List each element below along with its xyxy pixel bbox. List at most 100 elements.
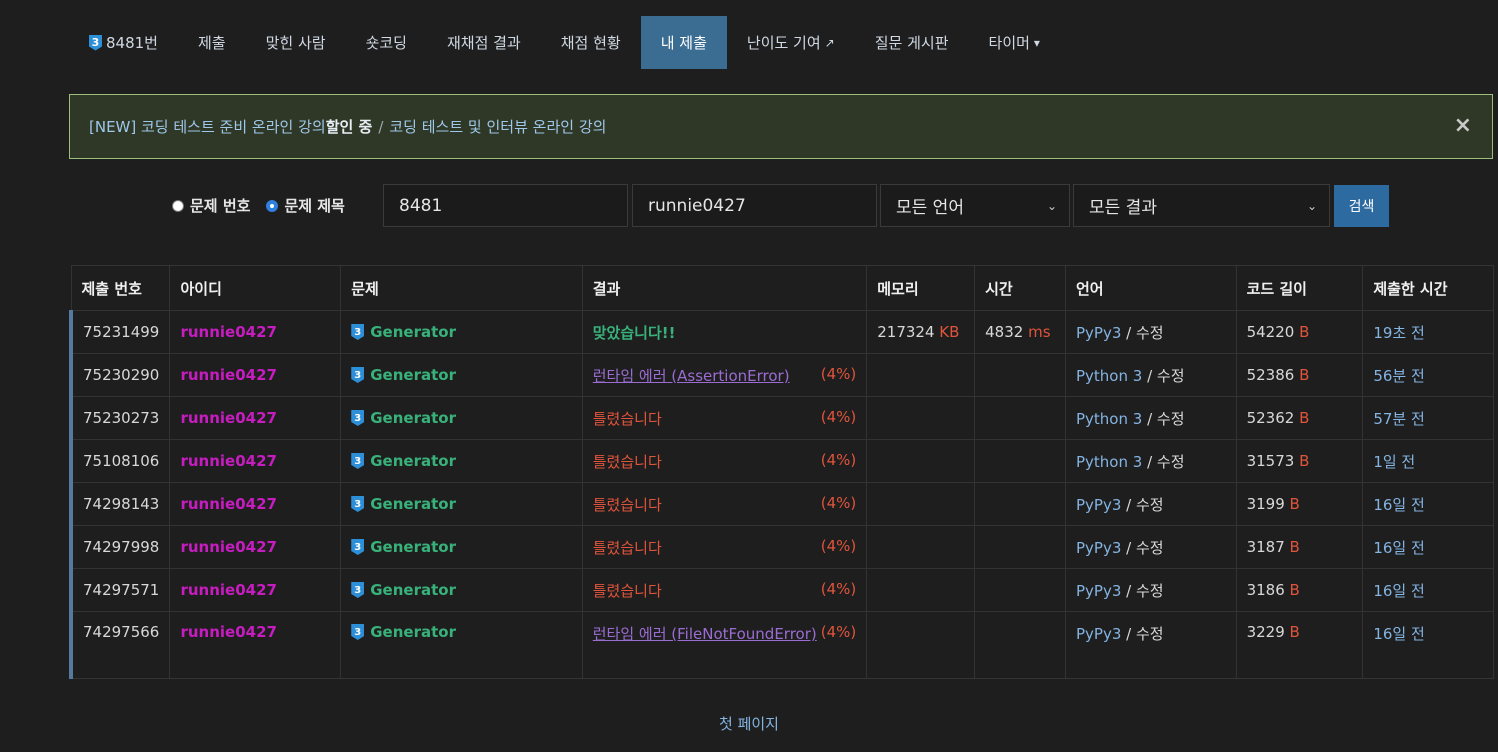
edit-link[interactable]: 수정 [1157, 367, 1185, 385]
edit-link[interactable]: 수정 [1136, 539, 1164, 557]
language-link[interactable]: PyPy3 [1076, 496, 1121, 514]
problem-link[interactable]: 3 Generator [351, 409, 572, 427]
code-length-value[interactable]: 31573 [1247, 452, 1295, 470]
language-link[interactable]: Python 3 [1076, 453, 1142, 471]
problem-link[interactable]: 3 Generator [351, 538, 572, 556]
submitted-at-link[interactable]: 16일 전 [1373, 582, 1424, 600]
language-link[interactable]: PyPy3 [1076, 324, 1121, 342]
submitted-at-link[interactable]: 1일 전 [1373, 453, 1415, 471]
language-link[interactable]: PyPy3 [1076, 625, 1121, 643]
user-input[interactable]: runnie0427 [632, 184, 877, 227]
edit-link[interactable]: 수정 [1136, 324, 1164, 342]
submitted-at-link[interactable]: 16일 전 [1373, 539, 1424, 557]
result-text[interactable]: 런타임 에러 (FileNotFoundError) [593, 625, 817, 643]
radio-unchecked-icon[interactable] [172, 199, 184, 212]
submitted-at-link[interactable]: 19초 전 [1373, 324, 1424, 342]
code-length-value[interactable]: 52362 [1247, 409, 1295, 427]
chevron-down-icon: ⌄ [1046, 198, 1057, 213]
edit-link[interactable]: 수정 [1157, 453, 1185, 471]
edit-link[interactable]: 수정 [1136, 496, 1164, 514]
code-length-unit: B [1299, 366, 1310, 384]
result-cell: 틀렸습니다 (4%) [581, 482, 868, 526]
code-length-value[interactable]: 52386 [1247, 366, 1295, 384]
problem-title: Generator [370, 581, 456, 599]
code-length-cell: 3187 B [1235, 525, 1364, 569]
user-link[interactable]: runnie0427 [180, 623, 277, 641]
header-problem: 문제 [340, 265, 583, 311]
submission-table: 제출 번호 아이디 문제 결과 메모리 시간 언어 코드 길이 제출한 시간 7… [69, 265, 1494, 679]
alert-link[interactable]: 코딩 테스트 및 인터뷰 온라인 강의 [389, 116, 606, 137]
nav-short-coding[interactable]: 숏코딩 [346, 16, 427, 69]
submission-id: 74297571 [70, 568, 171, 612]
language-link[interactable]: Python 3 [1076, 367, 1142, 385]
submitted-at-cell: 16일 전 [1362, 525, 1494, 569]
language-separator: / [1142, 452, 1157, 471]
problem-title: Generator [370, 452, 456, 470]
user-link[interactable]: runnie0427 [180, 538, 277, 556]
code-length-value[interactable]: 3199 [1247, 495, 1285, 513]
header-memory: 메모리 [866, 265, 976, 311]
result-select[interactable]: 모든 결과 ⌄ [1073, 184, 1330, 227]
code-length-unit: B [1299, 323, 1310, 341]
submitted-at-link[interactable]: 16일 전 [1373, 625, 1424, 643]
code-length-value[interactable]: 3187 [1247, 538, 1285, 556]
code-length-unit: B [1289, 581, 1300, 599]
problem-link[interactable]: 3 Generator [351, 323, 572, 341]
submitted-at-link[interactable]: 16일 전 [1373, 496, 1424, 514]
code-length-unit: B [1299, 409, 1310, 427]
problem-link[interactable]: 3 Generator [351, 495, 572, 513]
language-separator: / [1121, 323, 1136, 342]
tier-badge-icon: 3 [89, 34, 102, 51]
nav-rejudge[interactable]: 재채점 결과 [427, 16, 541, 69]
nav-solvers[interactable]: 맞힌 사람 [246, 16, 346, 69]
language-select[interactable]: 모든 언어 ⌄ [880, 184, 1070, 227]
edit-link[interactable]: 수정 [1136, 625, 1164, 643]
search-button[interactable]: 검색 [1334, 185, 1389, 227]
language-cell: PyPy3 / 수정 [1064, 482, 1237, 526]
problem-input[interactable]: 8481 [383, 184, 628, 227]
code-length-value[interactable]: 3186 [1247, 581, 1285, 599]
time-value: 4832 [985, 323, 1024, 341]
external-link-icon: ↗ [824, 35, 835, 50]
user-link[interactable]: runnie0427 [180, 495, 277, 513]
radio-problem-number[interactable]: 문제 번호 [172, 195, 250, 216]
code-length-value[interactable]: 54220 [1247, 323, 1295, 341]
first-page-link[interactable]: 첫 페이지 [0, 713, 1498, 734]
nav-submit[interactable]: 제출 [178, 16, 246, 69]
radio-checked-icon[interactable] [266, 199, 279, 212]
problem-link[interactable]: 3 Generator [351, 452, 572, 470]
user-link[interactable]: runnie0427 [180, 323, 277, 341]
language-link[interactable]: PyPy3 [1076, 539, 1121, 557]
user-link[interactable]: runnie0427 [180, 581, 277, 599]
user-link[interactable]: runnie0427 [180, 409, 277, 427]
language-link[interactable]: PyPy3 [1076, 582, 1121, 600]
alert-bold[interactable]: 할인 중 [326, 116, 373, 137]
problem-link[interactable]: 3 Generator [351, 581, 572, 599]
nav-difficulty[interactable]: 난이도 기여 ↗ [727, 16, 855, 69]
user-link[interactable]: runnie0427 [180, 366, 277, 384]
close-icon[interactable]: × [1454, 115, 1472, 137]
problem-link[interactable]: 3 Generator [351, 623, 572, 641]
result-cell: 틀렸습니다 (4%) [581, 525, 868, 569]
result-text: 맞았습니다!! [592, 323, 676, 342]
problem-title: Generator [370, 409, 456, 427]
nav-timer[interactable]: 타이머 ▾ [969, 16, 1060, 69]
memory-value: 217324 [877, 323, 935, 341]
submitted-at-link[interactable]: 56분 전 [1373, 367, 1424, 385]
nav-my-submissions[interactable]: 내 제출 [640, 16, 727, 69]
user-link[interactable]: runnie0427 [180, 452, 277, 470]
problem-link[interactable]: 3 Generator [351, 366, 572, 384]
result-text[interactable]: 런타임 에러 (AssertionError) [593, 367, 790, 385]
table-row: 74297571 runnie0427 3 Generator 틀렸습니다 (4%) Py… [70, 568, 1494, 612]
edit-link[interactable]: 수정 [1136, 582, 1164, 600]
alert-prefix[interactable]: [NEW] 코딩 테스트 준비 온라인 강의 [89, 116, 326, 137]
nav-problem[interactable]: 3 8481번 [69, 16, 178, 69]
time-cell [974, 353, 1066, 397]
edit-link[interactable]: 수정 [1157, 410, 1185, 428]
submitted-at-link[interactable]: 57분 전 [1373, 410, 1424, 428]
radio-problem-title[interactable]: 문제 제목 [266, 195, 345, 216]
code-length-value[interactable]: 3229 [1247, 623, 1285, 641]
nav-qna[interactable]: 질문 게시판 [855, 16, 969, 69]
nav-status[interactable]: 채점 현황 [541, 16, 641, 69]
language-link[interactable]: Python 3 [1076, 410, 1142, 428]
